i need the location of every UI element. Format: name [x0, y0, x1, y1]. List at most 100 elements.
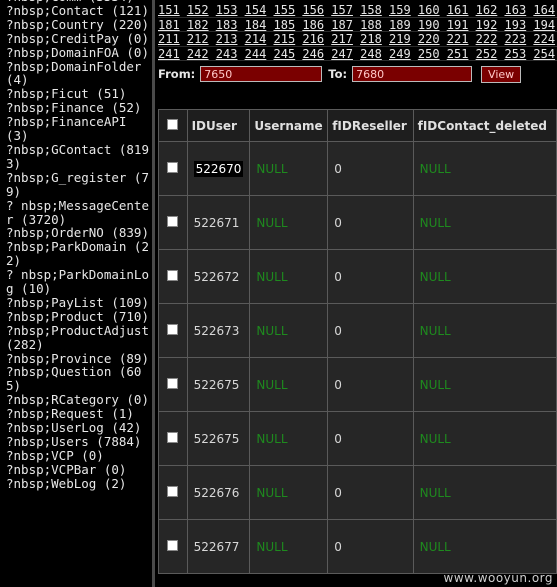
cell-fidcontact-deleted[interactable]: NULL: [412, 465, 557, 520]
sidebar-table-link[interactable]: ?nbsp;Contact (121): [6, 4, 152, 18]
page-number-link[interactable]: 191: [447, 18, 469, 32]
page-number-link[interactable]: 157: [331, 3, 353, 17]
page-number-link[interactable]: 214: [245, 32, 267, 46]
sidebar-table-link[interactable]: ?nbsp;FinanceAPI (3): [6, 115, 152, 143]
sidebar-table-link[interactable]: ?nbsp;Question (605): [6, 365, 152, 393]
sidebar-table-link[interactable]: ? nbsp;ParkDomainLog (10): [6, 268, 152, 296]
cell-iduser[interactable]: 522671: [186, 195, 251, 250]
page-number-link[interactable]: 162: [476, 3, 498, 17]
page-number-link[interactable]: 250: [418, 47, 440, 61]
from-input[interactable]: [200, 66, 323, 82]
cell-iduser[interactable]: 522672: [186, 249, 251, 304]
sidebar-table-link[interactable]: ?nbsp;WebLog (2): [6, 476, 152, 491]
sidebar-table-link[interactable]: ?nbsp;Users (7884): [6, 435, 152, 449]
sidebar-table-link[interactable]: ?nbsp;Product (710): [6, 309, 152, 324]
page-number-link[interactable]: 212: [187, 32, 209, 46]
cell-username[interactable]: NULL: [249, 249, 329, 304]
page-number-link[interactable]: 154: [245, 3, 267, 17]
page-number-link[interactable]: 217: [331, 32, 353, 46]
page-number-link[interactable]: 188: [360, 18, 382, 32]
cell-fidcontact-deleted[interactable]: NULL: [412, 195, 557, 250]
sidebar-table-link[interactable]: ?nbsp;DomainFOA (0): [6, 45, 152, 60]
sidebar-table-link[interactable]: ?nbsp;CreditPay (0): [6, 31, 152, 46]
page-number-link[interactable]: 211: [158, 32, 180, 46]
page-number-link[interactable]: 249: [389, 47, 411, 61]
sidebar-table-link[interactable]: ?nbsp;PayList (109): [6, 296, 152, 310]
cell-fidreseller[interactable]: 0: [327, 249, 414, 304]
cell-fidcontact-deleted[interactable]: NULL: [412, 141, 557, 196]
cell-username[interactable]: NULL: [249, 141, 329, 196]
sidebar-table-link[interactable]: ?nbsp;ParkDomain (22): [6, 240, 152, 268]
sidebar-table-link[interactable]: ?nbsp;VCP (0): [6, 449, 152, 463]
cell-username[interactable]: NULL: [249, 357, 329, 412]
page-number-link[interactable]: 216: [302, 32, 324, 46]
cell-username[interactable]: NULL: [249, 303, 329, 358]
sidebar-table-link[interactable]: ?nbsp;UserLog (42): [6, 421, 152, 435]
page-number-link[interactable]: 155: [274, 3, 296, 17]
page-number-link[interactable]: 182: [187, 18, 209, 32]
page-number-link[interactable]: 189: [389, 18, 411, 32]
page-number-link[interactable]: 160: [418, 3, 440, 17]
page-number-link[interactable]: 244: [245, 47, 267, 61]
column-header-fidcontact-deleted[interactable]: fIDContact_deleted: [412, 109, 557, 142]
cell-fidreseller[interactable]: 0: [327, 357, 414, 412]
page-number-link[interactable]: 186: [302, 18, 324, 32]
cell-username[interactable]: NULL: [249, 465, 329, 520]
page-number-link[interactable]: 219: [389, 32, 411, 46]
sidebar-table-link[interactable]: ?nbsp;RCategory (0): [6, 393, 152, 407]
cell-fidreseller[interactable]: 0: [327, 411, 414, 466]
row-checkbox[interactable]: [167, 323, 179, 335]
sidebar-table-link[interactable]: ?nbsp;VCPBar (0): [6, 462, 152, 477]
page-number-link[interactable]: 247: [331, 47, 353, 61]
sidebar-table-link[interactable]: ?nbsp;DomainFolder (4): [6, 59, 152, 88]
page-number-link[interactable]: 185: [274, 18, 296, 32]
cell-fidcontact-deleted[interactable]: NULL: [412, 357, 557, 412]
cell-fidcontact-deleted[interactable]: NULL: [412, 519, 557, 574]
row-checkbox[interactable]: [167, 215, 179, 227]
to-input[interactable]: [352, 66, 473, 82]
sidebar-table-link[interactable]: ?nbsp;Ficut (51): [6, 87, 152, 101]
page-number-link[interactable]: 213: [216, 32, 238, 46]
sidebar-table-link[interactable]: ?nbsp;Country (220): [6, 17, 152, 32]
page-number-link[interactable]: 251: [447, 47, 469, 61]
page-number-link[interactable]: 183: [216, 18, 238, 32]
page-number-link[interactable]: 161: [447, 3, 469, 17]
cell-iduser[interactable]: 522676: [186, 465, 251, 520]
column-header-iduser[interactable]: IDUser: [186, 109, 251, 142]
sidebar-table-link[interactable]: ?nbsp;Request (1): [6, 407, 152, 421]
cell-fidreseller[interactable]: 0: [327, 519, 414, 574]
page-number-link[interactable]: 187: [331, 18, 353, 32]
page-number-link[interactable]: 163: [505, 3, 527, 17]
cell-fidreseller[interactable]: 0: [327, 303, 414, 358]
cell-iduser[interactable]: 522675: [186, 411, 251, 466]
sidebar-table-link[interactable]: ? nbsp;MessageCenter (3720): [6, 198, 152, 227]
sidebar-table-link[interactable]: ?nbsp;OrderNO (839): [6, 226, 152, 240]
page-number-link[interactable]: 248: [360, 47, 382, 61]
page-number-link[interactable]: 242: [187, 47, 209, 61]
row-checkbox[interactable]: [167, 269, 179, 281]
sidebar-table-link[interactable]: ?nbsp;ProductAdjust (282): [6, 323, 152, 352]
row-checkbox[interactable]: [167, 377, 179, 389]
cell-iduser[interactable]: 522670: [186, 141, 251, 196]
cell-fidcontact-deleted[interactable]: NULL: [412, 249, 557, 304]
page-number-link[interactable]: 153: [216, 3, 238, 17]
page-number-link[interactable]: 221: [447, 32, 469, 46]
sidebar-table-link[interactable]: ?nbsp;Finance (52): [6, 101, 152, 115]
page-number-link[interactable]: 190: [418, 18, 440, 32]
page-number-link[interactable]: 192: [476, 18, 498, 32]
row-checkbox[interactable]: [167, 161, 179, 173]
sidebar-table-link[interactable]: ?nbsp;G_register (79): [6, 170, 152, 199]
page-number-link[interactable]: 151: [158, 3, 180, 17]
cell-iduser[interactable]: 522675: [186, 357, 251, 412]
page-number-link[interactable]: 159: [389, 3, 411, 17]
page-number-link[interactable]: 164: [533, 3, 555, 17]
sidebar-table-link[interactable]: ?nbsp;GContact (8193): [6, 143, 152, 171]
cell-username[interactable]: NULL: [249, 195, 329, 250]
page-number-link[interactable]: 194: [533, 18, 555, 32]
cell-iduser[interactable]: 522673: [186, 303, 251, 358]
page-number-link[interactable]: 152: [187, 3, 209, 17]
sidebar-table-link[interactable]: ?nbsp;Province (89): [6, 351, 152, 366]
cell-username[interactable]: NULL: [249, 519, 329, 574]
page-number-link[interactable]: 156: [302, 3, 324, 17]
page-number-link[interactable]: 223: [505, 32, 527, 46]
